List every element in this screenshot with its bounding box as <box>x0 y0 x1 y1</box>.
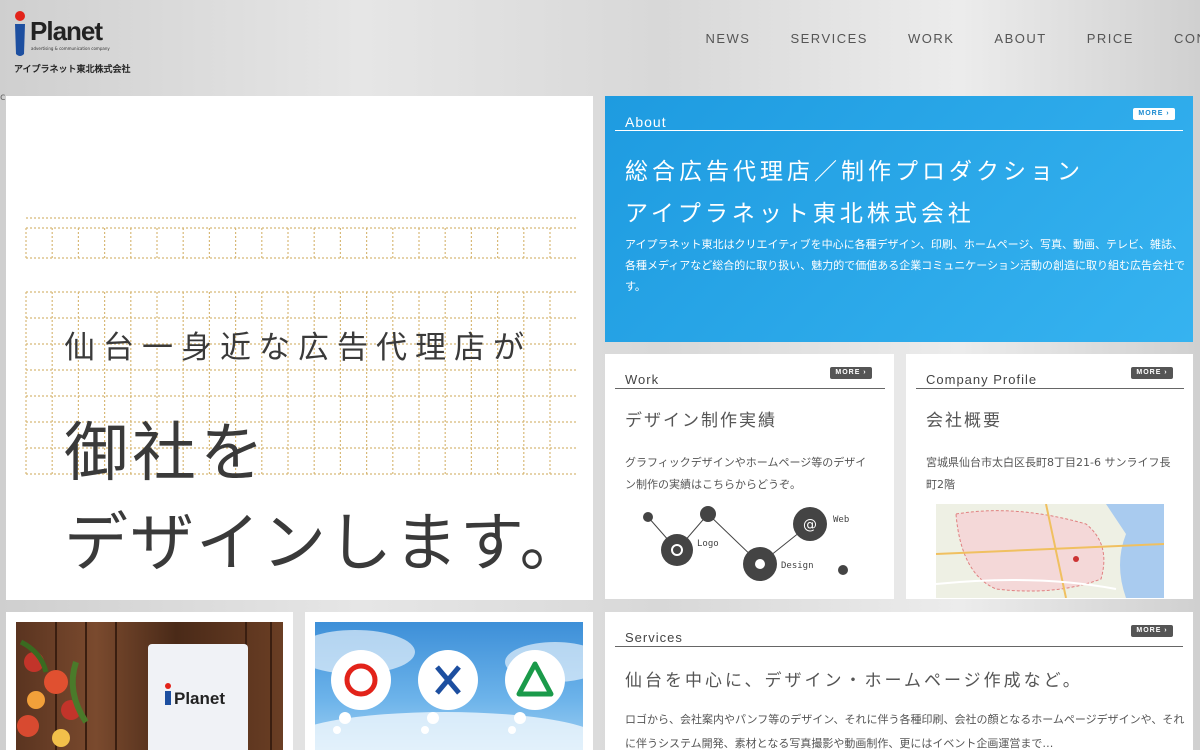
about-title-2: アイプラネット東北株式会社 <box>625 201 975 227</box>
work-more-button[interactable]: MORE › <box>830 367 872 379</box>
company-card[interactable]: Company Profile MORE › 会社概要 宮城県仙台市太白区長町8… <box>906 354 1193 599</box>
office-photo: Planet <box>16 622 283 750</box>
about-heading: About <box>625 114 667 130</box>
work-diagram: @ Logo Web Design <box>643 506 849 581</box>
svg-text:@: @ <box>803 517 817 533</box>
svg-text:Planet: Planet <box>174 689 225 708</box>
nav-news[interactable]: NEWS <box>705 31 750 46</box>
about-panel[interactable]: About MORE › 総合広告代理店／制作プロダクション アイプラネット東北… <box>605 96 1193 342</box>
work-heading: Work <box>625 372 660 387</box>
about-divider <box>615 130 1183 131</box>
quiz-photo-panel[interactable] <box>305 612 593 750</box>
nav-about[interactable]: ABOUT <box>994 31 1046 46</box>
about-title-1: 総合広告代理店／制作プロダクション <box>625 159 1084 185</box>
svg-text:Logo: Logo <box>697 539 719 549</box>
work-body: グラフィックデザインやホームページ等のデザイン制作の実績はこちらからどうぞ。 <box>625 456 867 491</box>
services-title: 仙台を中心に、デザイン・ホームページ作成など。 <box>625 671 1083 691</box>
work-title: デザイン制作実績 <box>625 411 777 431</box>
nav-work[interactable]: WORK <box>908 31 954 46</box>
logo-node-icon <box>661 534 693 566</box>
quiz-photo <box>315 622 583 750</box>
hero-line-1: 仙台一身近な広告代理店が <box>64 330 532 366</box>
site-header: Planet advertising & communication compa… <box>0 0 1200 92</box>
work-card[interactable]: Work MORE › デザイン制作実績 グラフィックデザインやホームページ等の… <box>605 354 894 599</box>
nav-price[interactable]: PRICE <box>1087 31 1134 46</box>
services-more-button[interactable]: MORE › <box>1131 625 1173 637</box>
services-heading: Services <box>625 630 683 645</box>
svg-text:Web: Web <box>833 515 849 525</box>
svg-text:Design: Design <box>781 561 814 571</box>
services-panel[interactable]: Services MORE › 仙台を中心に、デザイン・ホームページ作成など。 … <box>605 612 1193 750</box>
company-more-button[interactable]: MORE › <box>1131 367 1173 379</box>
logo-company-name: アイプラネット東北株式会社 <box>14 65 131 75</box>
stray-character: c <box>0 92 6 103</box>
hero-line-2: 御社を <box>64 417 268 491</box>
company-address: 宮城県仙台市太白区長町8丁目21-6 サンライフ長町2階 <box>926 456 1171 491</box>
nav-services[interactable]: SERVICES <box>790 31 868 46</box>
company-heading: Company Profile <box>926 372 1038 387</box>
nav-contact[interactable]: CONTA <box>1174 31 1200 46</box>
logo-wordmark: Planet <box>30 16 103 46</box>
services-body: ロゴから、会社案内やパンフ等のデザイン、それに伴う各種印刷、会社の顔となるホーム… <box>625 713 1185 750</box>
location-map[interactable] <box>936 504 1164 598</box>
office-photo-panel[interactable]: Planet <box>6 612 293 750</box>
company-divider <box>916 388 1184 389</box>
logo-tagline: advertising & communication company <box>31 46 110 51</box>
company-title: 会社概要 <box>926 411 1002 431</box>
map-graphic <box>936 504 1164 598</box>
about-more-button[interactable]: MORE › <box>1133 108 1175 120</box>
hero-line-3: デザインします。 <box>64 507 586 581</box>
services-divider <box>615 646 1183 647</box>
main-nav: NEWS SERVICES WORK ABOUT PRICE CONTA <box>665 31 1200 46</box>
work-divider <box>615 388 885 389</box>
about-body: アイプラネット東北はクリエイティブを中心に各種デザイン、印刷、ホームページ、写真… <box>625 238 1186 293</box>
logo-i-icon <box>15 11 25 56</box>
site-logo[interactable]: Planet advertising & communication compa… <box>12 6 131 75</box>
hero-banner[interactable]: 仙台一身近な広告代理店が 御社を デザインします。 <box>6 96 593 600</box>
